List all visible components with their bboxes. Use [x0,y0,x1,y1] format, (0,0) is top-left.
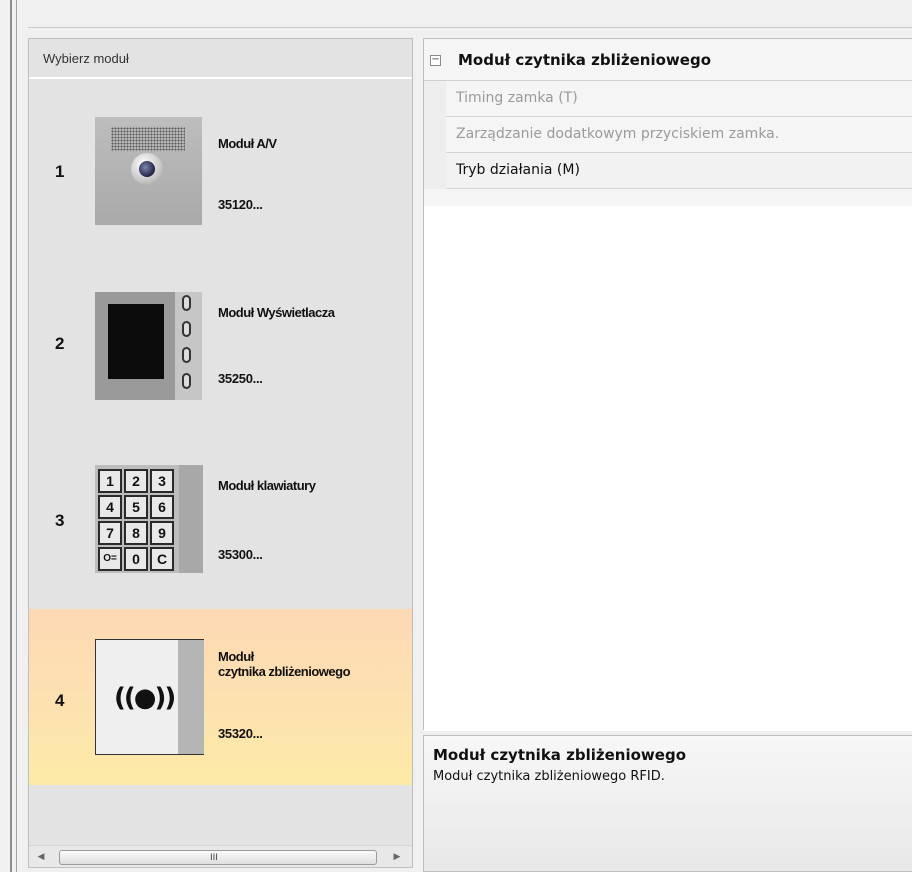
scroll-right-icon[interactable]: ▶ [389,849,405,865]
module-name: Moduł A/V [218,136,277,151]
key: 0 [124,547,148,571]
button-icon [182,295,191,311]
scrollbar-thumb[interactable]: III [59,850,377,865]
module-name: Moduł czytnika zbliżeniowego [218,649,351,679]
edge-line [10,0,12,872]
button-icon [182,321,191,337]
speaker-grill [111,127,185,151]
property-row-operation-mode[interactable]: Tryb działania (M) [424,153,912,189]
property-grid-empty-area [424,206,912,731]
module-item-av[interactable]: 1 Moduł A/V 35120... [29,81,412,257]
display-module-image [95,292,202,400]
module-code: 35320... [218,726,263,741]
module-selector-header: Wybierz moduł [29,39,412,79]
property-label: Timing zamka (T) [456,90,578,106]
proximity-module-image: ((●)) [95,639,204,755]
module-number: 1 [55,162,65,181]
horizontal-scrollbar[interactable]: ◀ III ▶ [29,845,412,867]
key-icon: O= [98,547,122,571]
button-icon [182,373,191,389]
rfid-icon: ((●)) [114,683,176,713]
property-grid: − Moduł czytnika zbliżeniowego Timing za… [423,38,912,731]
module-name: Moduł Wyświetlacza [218,305,335,320]
key: 6 [150,495,174,519]
key: 1 [98,469,122,493]
description-panel: Moduł czytnika zbliżeniowego Moduł czytn… [423,735,912,872]
property-category-row[interactable]: − Moduł czytnika zbliżeniowego [424,39,912,81]
key: 3 [150,469,174,493]
description-text: Moduł czytnika zbliżeniowego RFID. [433,769,665,784]
collapse-icon[interactable]: − [430,55,441,66]
module-item-display[interactable]: 2 Moduł Wyświetlacza 35250... [29,257,412,433]
key: 2 [124,469,148,493]
grip-icon: III [210,853,218,863]
display-screen [108,304,164,379]
module-number: 2 [55,334,65,353]
description-title: Moduł czytnika zbliżeniowego [433,746,687,764]
key: C [150,547,174,571]
module-number: 4 [55,691,65,710]
window-left-edge [0,0,28,872]
module-name: Moduł klawiatury [218,478,316,493]
module-code: 35300... [218,547,263,562]
property-row-extra-lock-button[interactable]: Zarządzanie dodatkowym przyciskiem zamka… [424,117,912,153]
module-number: 3 [55,511,65,530]
key: 8 [124,521,148,545]
module-item-keypad[interactable]: 3 1 2 3 4 5 6 7 8 9 O= 0 C Moduł klawiat… [29,433,412,609]
av-module-image [95,117,202,225]
scroll-left-icon[interactable]: ◀ [33,849,49,865]
keypad-grid: 1 2 3 4 5 6 7 8 9 O= 0 C [98,469,176,571]
key: 9 [150,521,174,545]
keypad-module-image: 1 2 3 4 5 6 7 8 9 O= 0 C [95,465,203,573]
key: 4 [98,495,122,519]
property-label: Zarządzanie dodatkowym przyciskiem zamka… [456,126,780,142]
edge-line [16,0,17,872]
top-toolbar-strip [0,0,912,28]
module-item-proximity-reader[interactable]: 4 ((●)) Moduł czytnika zbliżeniowego 353… [29,609,412,785]
property-label: Tryb działania (M) [456,162,580,178]
module-code: 35120... [218,197,263,212]
module-code: 35250... [218,371,263,386]
camera-icon [131,153,163,185]
key: 5 [124,495,148,519]
key: 7 [98,521,122,545]
property-category-title: Moduł czytnika zbliżeniowego [458,51,712,69]
button-icon [182,347,191,363]
module-selector-panel: Wybierz moduł 1 Moduł A/V 35120... 2 Mod… [28,38,413,868]
property-row-lock-timing[interactable]: Timing zamka (T) [424,81,912,117]
